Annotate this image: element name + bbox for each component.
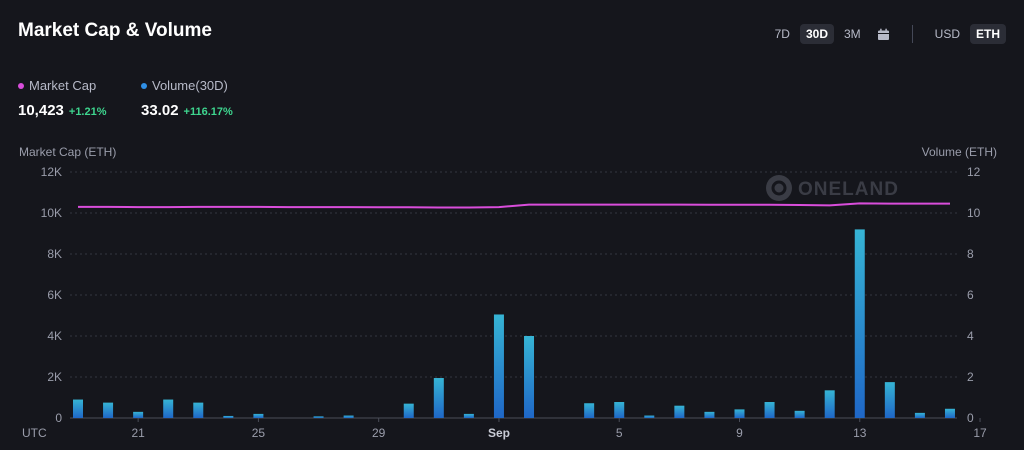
- market-cap-line: [78, 202, 950, 209]
- volume-bar: [73, 399, 83, 418]
- timezone-label: UTC: [22, 426, 47, 440]
- volume-bar: [103, 402, 114, 418]
- x-tick-label: 29: [372, 426, 386, 440]
- left-tick-label: 4K: [47, 329, 62, 343]
- right-tick-label: 2: [967, 370, 974, 384]
- right-tick-label: 12: [967, 165, 981, 179]
- volume-bar: [614, 402, 625, 418]
- x-tick-label: Sep: [488, 426, 510, 440]
- volume-bar: [193, 402, 204, 418]
- volume-bar: [433, 378, 444, 418]
- volume-bar: [133, 411, 144, 418]
- volume-bar: [343, 415, 354, 418]
- volume-bar: [764, 402, 775, 418]
- left-tick-label: 12K: [41, 165, 62, 179]
- volume-bar: [884, 382, 895, 418]
- volume-bar: [914, 412, 925, 418]
- x-tick-label: 13: [853, 426, 867, 440]
- left-tick-label: 8K: [47, 247, 62, 261]
- volume-bar: [674, 405, 685, 418]
- grid-lines: [70, 171, 957, 419]
- volume-bar: [463, 413, 474, 418]
- left-tick-label: 2K: [47, 370, 62, 384]
- x-tick-label: 17: [973, 426, 987, 440]
- right-tick-label: 0: [967, 411, 974, 425]
- market-cap-line-group: [78, 202, 950, 209]
- volume-bar: [163, 399, 174, 418]
- volume-bar: [704, 411, 715, 418]
- volume-bar: [644, 415, 655, 418]
- volume-bar: [524, 336, 535, 418]
- right-tick-label: 10: [967, 206, 981, 220]
- right-tick-label: 6: [967, 288, 974, 302]
- volume-bar: [734, 409, 745, 418]
- volume-bar: [944, 408, 955, 418]
- x-tick-label: 9: [736, 426, 743, 440]
- volume-bar: [313, 416, 324, 418]
- right-tick-label: 4: [967, 329, 974, 343]
- volume-bar: [794, 410, 805, 418]
- x-tick-label: 25: [252, 426, 266, 440]
- volume-bar: [854, 229, 865, 418]
- volume-bars: [73, 229, 955, 418]
- volume-bar: [584, 403, 595, 418]
- volume-bar: [253, 413, 264, 418]
- left-tick-label: 6K: [47, 288, 62, 302]
- volume-bar: [223, 415, 234, 418]
- watermark-text: ONELAND: [798, 179, 899, 200]
- watermark-logo: ONELAND: [766, 175, 899, 201]
- volume-bar: [493, 314, 504, 418]
- x-tick-label: 21: [131, 426, 145, 440]
- right-tick-label: 8: [967, 247, 974, 261]
- x-tick-label: 5: [616, 426, 623, 440]
- left-tick-label: 10K: [41, 206, 62, 220]
- volume-bar: [403, 403, 414, 418]
- volume-bar: [824, 390, 835, 418]
- left-tick-label: 0: [55, 411, 62, 425]
- market-cap-volume-chart: ONELAND 0 0 2K 2 4K 4 6K 6 8K 8 10K 10 12K 12 21 25 29 Se…: [22, 165, 987, 440]
